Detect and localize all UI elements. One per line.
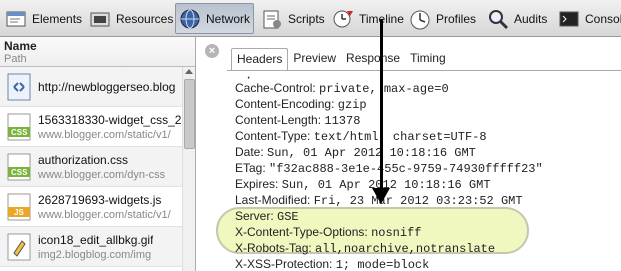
resource-name: 1563318330-widget_css_2 bbox=[38, 112, 182, 127]
toolbar-elements-label: Elements bbox=[32, 11, 83, 26]
header-key: ETag bbox=[235, 161, 263, 175]
svg-text:CSS: CSS bbox=[11, 168, 28, 177]
tab-preview[interactable]: Preview bbox=[288, 48, 341, 70]
header-value: gzip bbox=[337, 98, 367, 112]
header-row: X-Content-Type-Options: nosniff bbox=[235, 225, 422, 240]
annotation-arrow bbox=[380, 19, 383, 191]
header-key: Last-Modified bbox=[235, 193, 308, 207]
toolbar-profiles-label: Profiles bbox=[436, 11, 477, 26]
header-key: Date bbox=[235, 145, 261, 159]
tab-timing[interactable]: Timing bbox=[405, 48, 451, 70]
header-key: Server bbox=[235, 209, 271, 223]
toolbar-profiles-button[interactable]: Profiles bbox=[408, 3, 476, 34]
header-value: GSE bbox=[277, 210, 299, 224]
resource-name: authorization.css bbox=[38, 152, 129, 167]
toolbar-resources-label: Resources bbox=[116, 11, 174, 26]
tab-divider bbox=[227, 70, 621, 71]
resource-list: http://newbloggerseo.blog CSS 1563318330… bbox=[0, 67, 182, 267]
header-row: Content-Encoding: gzip bbox=[235, 97, 367, 112]
header-value: 1; mode=block bbox=[335, 258, 430, 271]
audits-icon bbox=[486, 7, 510, 31]
header-key: Cache-Control bbox=[235, 81, 313, 95]
svg-text:CSS: CSS bbox=[11, 128, 28, 137]
network-icon bbox=[178, 7, 202, 31]
toolbar-elements-button[interactable]: Elements bbox=[4, 3, 82, 34]
tab-response[interactable]: Response bbox=[341, 48, 405, 70]
elements-icon bbox=[4, 7, 28, 31]
header-key: Content-Type bbox=[235, 129, 308, 143]
detail-tabs: Headers Preview Response Timing bbox=[231, 48, 451, 71]
resource-row[interactable]: JS 2628719693-widgets.js www.blogger.com… bbox=[0, 187, 182, 227]
header-key: X-Robots-Tag bbox=[235, 241, 309, 255]
toolbar-network-button[interactable]: Network bbox=[175, 3, 255, 34]
header-value: Sun, 01 Apr 2012 10:18:16 GMT bbox=[267, 146, 476, 160]
svg-text:JS: JS bbox=[14, 208, 24, 217]
header-row: Content-Length: 11378 bbox=[235, 113, 361, 128]
html-file-icon bbox=[7, 73, 31, 101]
header-row: ETag: "f32ac888-3e1e-455c-9759-74930ffff… bbox=[235, 161, 543, 176]
header-rows: Cache-Control: private, max-age=0 Content… bbox=[235, 80, 543, 271]
scripts-icon bbox=[260, 7, 284, 31]
toolbar-audits-label: Audits bbox=[514, 11, 548, 26]
header-value: nosniff bbox=[371, 226, 422, 240]
toolbar-scripts-button[interactable]: Scripts bbox=[260, 3, 325, 34]
console-icon bbox=[557, 7, 581, 31]
tab-headers[interactable]: Headers bbox=[231, 48, 289, 70]
image-file-icon bbox=[7, 233, 31, 261]
header-value: Fri, 23 Mar 2012 03:23:52 GMT bbox=[313, 194, 523, 208]
header-key: X-XSS-Protection bbox=[235, 257, 330, 271]
header-row: Cache-Control: private, max-age=0 bbox=[235, 81, 449, 96]
resources-icon bbox=[88, 7, 112, 31]
header-row: Content-Type: text/html; charset=UTF-8 bbox=[235, 129, 487, 144]
toolbar-scripts-label: Scripts bbox=[288, 11, 325, 26]
css-file-icon: CSS bbox=[7, 153, 31, 181]
header-key: Expires bbox=[235, 177, 276, 191]
resource-row[interactable]: CSS 1563318330-widget_css_2 www.blogger.… bbox=[0, 107, 182, 147]
scroll-thumb[interactable] bbox=[184, 79, 195, 149]
header-row: Date: Sun, 01 Apr 2012 10:18:16 GMT bbox=[235, 145, 476, 160]
resource-row[interactable]: http://newbloggerseo.blog bbox=[0, 67, 182, 107]
close-icon[interactable]: × bbox=[205, 44, 219, 58]
toolbar-network-label: Network bbox=[206, 11, 251, 26]
arrow-down-icon bbox=[372, 188, 390, 204]
timeline-icon bbox=[331, 7, 355, 31]
header-row: X-Robots-Tag: all,noarchive,notranslate bbox=[235, 241, 496, 256]
header-value: 11378 bbox=[324, 114, 361, 128]
resource-path: img2.blogblog.com/img bbox=[38, 248, 152, 261]
resource-row[interactable]: icon18_edit_allbkg.gif img2.blogblog.com… bbox=[0, 227, 182, 267]
resource-path: www.blogger.com/static/v1/ bbox=[38, 128, 171, 141]
resource-path: www.blogger.com/dyn-css bbox=[38, 168, 166, 181]
header-value: private, max-age=0 bbox=[319, 82, 449, 96]
resource-path: www.blogger.com/static/v1/ bbox=[38, 208, 171, 221]
header-key: Content-Encoding bbox=[235, 97, 332, 111]
toolbar-timeline-button[interactable]: Timeline bbox=[331, 3, 404, 34]
header-key: Content-Length bbox=[235, 113, 318, 127]
profiles-icon bbox=[408, 7, 432, 31]
path-column-header: Path bbox=[4, 53, 27, 65]
header-row: X-XSS-Protection: 1; mode=block bbox=[235, 257, 430, 271]
toolbar-audits-button[interactable]: Audits bbox=[486, 3, 547, 34]
devtools-toolbar: Elements Resources Network Scripts Timel… bbox=[0, 0, 621, 37]
css-file-icon: CSS bbox=[7, 113, 31, 141]
toolbar-console-button[interactable]: Console bbox=[557, 3, 621, 34]
header-row: Server: GSE bbox=[235, 209, 299, 224]
resource-scrollbar[interactable] bbox=[182, 67, 195, 271]
resource-name: http://newbloggerseo.blog bbox=[38, 79, 176, 94]
toolbar-console-label: Console bbox=[585, 11, 621, 26]
js-file-icon: JS bbox=[7, 193, 31, 221]
header-key: X-Content-Type-Options bbox=[235, 225, 365, 239]
toolbar-resources-button[interactable]: Resources bbox=[88, 3, 173, 34]
resources-panel: Name Path http://newbloggerseo.blog CSS … bbox=[0, 37, 196, 271]
scroll-up-arrow-icon[interactable] bbox=[185, 69, 193, 74]
header-value: all,noarchive,notranslate bbox=[315, 242, 496, 256]
resource-name: icon18_edit_allbkg.gif bbox=[38, 232, 154, 247]
header-value: text/html; charset=UTF-8 bbox=[313, 130, 487, 144]
name-column-header: Name bbox=[4, 39, 37, 53]
resource-name: 2628719693-widgets.js bbox=[38, 192, 162, 207]
header-value: "f32ac888-3e1e-455c-9759-74930fffff23" bbox=[269, 162, 543, 176]
resources-header[interactable]: Name Path bbox=[0, 37, 195, 67]
resource-row[interactable]: CSS authorization.css www.blogger.com/dy… bbox=[0, 147, 182, 187]
